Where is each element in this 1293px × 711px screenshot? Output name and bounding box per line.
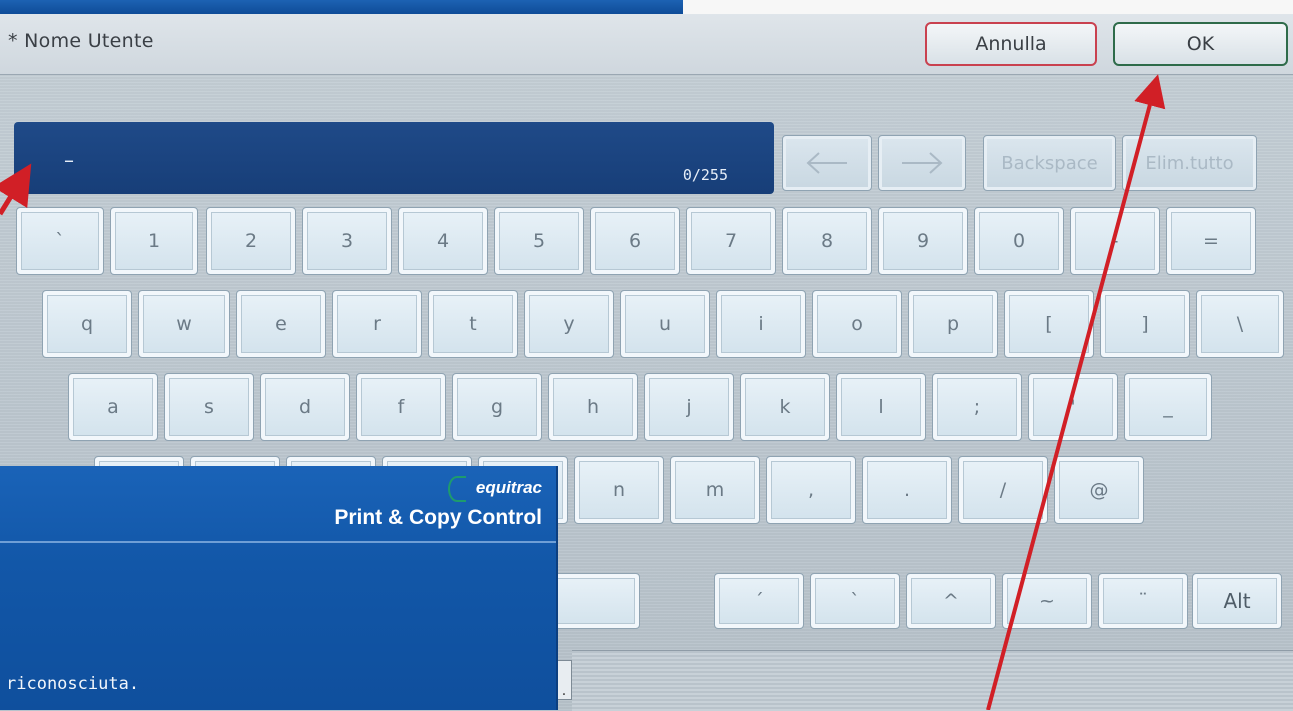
- char-counter: 0/255: [682, 166, 728, 184]
- key[interactable]: o: [812, 290, 902, 358]
- brand-logo-text: equitrac: [475, 478, 542, 497]
- key[interactable]: 3: [302, 207, 392, 275]
- key[interactable]: 9: [878, 207, 968, 275]
- key[interactable]: ,: [766, 456, 856, 524]
- key[interactable]: -: [1070, 207, 1160, 275]
- key[interactable]: .: [862, 456, 952, 524]
- key[interactable]: [: [1004, 290, 1094, 358]
- key[interactable]: ]: [1100, 290, 1190, 358]
- key[interactable]: e: [236, 290, 326, 358]
- key[interactable]: t: [428, 290, 518, 358]
- arrow-left-icon: [805, 151, 849, 175]
- key[interactable]: g: [452, 373, 542, 441]
- key[interactable]: /: [958, 456, 1048, 524]
- alt-key[interactable]: Alt: [1192, 573, 1282, 629]
- key[interactable]: ': [1028, 373, 1118, 441]
- key[interactable]: _: [1124, 373, 1212, 441]
- key[interactable]: 6: [590, 207, 680, 275]
- key[interactable]: \: [1196, 290, 1284, 358]
- key[interactable]: 2: [206, 207, 296, 275]
- username-input[interactable]: – 0/255: [14, 122, 774, 194]
- cursor-left-button[interactable]: [782, 135, 872, 191]
- input-cursor: –: [64, 148, 74, 172]
- key[interactable]: =: [1166, 207, 1256, 275]
- key[interactable]: 5: [494, 207, 584, 275]
- key[interactable]: n: [574, 456, 664, 524]
- accent-key[interactable]: ¨: [1098, 573, 1188, 629]
- key[interactable]: p: [908, 290, 998, 358]
- key[interactable]: w: [138, 290, 230, 358]
- key[interactable]: @: [1054, 456, 1144, 524]
- top-white-strip: [683, 0, 1293, 14]
- accent-key[interactable]: ´: [714, 573, 804, 629]
- backspace-button[interactable]: Backspace: [983, 135, 1116, 191]
- bottom-status-strip: [572, 650, 1293, 711]
- key[interactable]: ;: [932, 373, 1022, 441]
- equitrac-inset-panel: equitrac Print & Copy Control riconosciu…: [0, 466, 556, 710]
- key[interactable]: d: [260, 373, 350, 441]
- key[interactable]: 7: [686, 207, 776, 275]
- header-divider: [0, 541, 556, 543]
- accent-key[interactable]: `: [810, 573, 900, 629]
- key[interactable]: i: [716, 290, 806, 358]
- cursor-right-button[interactable]: [878, 135, 966, 191]
- key[interactable]: y: [524, 290, 614, 358]
- printer-panel: * Nome Utente Annulla OK – 0/255 Backspa…: [0, 0, 1293, 711]
- key[interactable]: 0: [974, 207, 1064, 275]
- key[interactable]: a: [68, 373, 158, 441]
- key[interactable]: j: [644, 373, 734, 441]
- status-message: riconosciuta.: [6, 674, 140, 694]
- key[interactable]: 4: [398, 207, 488, 275]
- bottom-small-box: .: [556, 660, 572, 700]
- key[interactable]: s: [164, 373, 254, 441]
- key[interactable]: h: [548, 373, 638, 441]
- product-title: Print & Copy Control: [334, 506, 542, 529]
- arrow-right-icon: [900, 151, 944, 175]
- top-blue-strip: [0, 0, 683, 14]
- key[interactable]: 1: [110, 207, 198, 275]
- key[interactable]: r: [332, 290, 422, 358]
- key[interactable]: m: [670, 456, 760, 524]
- equitrac-logo-icon: [448, 476, 466, 502]
- key[interactable]: 8: [782, 207, 872, 275]
- header-bar: * Nome Utente Annulla OK: [0, 14, 1293, 75]
- ok-button[interactable]: OK: [1113, 22, 1288, 66]
- key[interactable]: l: [836, 373, 926, 441]
- key[interactable]: `: [16, 207, 104, 275]
- clear-all-button[interactable]: Elim.tutto: [1122, 135, 1257, 191]
- key[interactable]: q: [42, 290, 132, 358]
- cancel-button[interactable]: Annulla: [925, 22, 1097, 66]
- accent-key[interactable]: ~: [1002, 573, 1092, 629]
- page-title: * Nome Utente: [8, 30, 154, 52]
- key[interactable]: f: [356, 373, 446, 441]
- space-key[interactable]: [546, 573, 640, 629]
- key[interactable]: k: [740, 373, 830, 441]
- key[interactable]: u: [620, 290, 710, 358]
- accent-key[interactable]: ^: [906, 573, 996, 629]
